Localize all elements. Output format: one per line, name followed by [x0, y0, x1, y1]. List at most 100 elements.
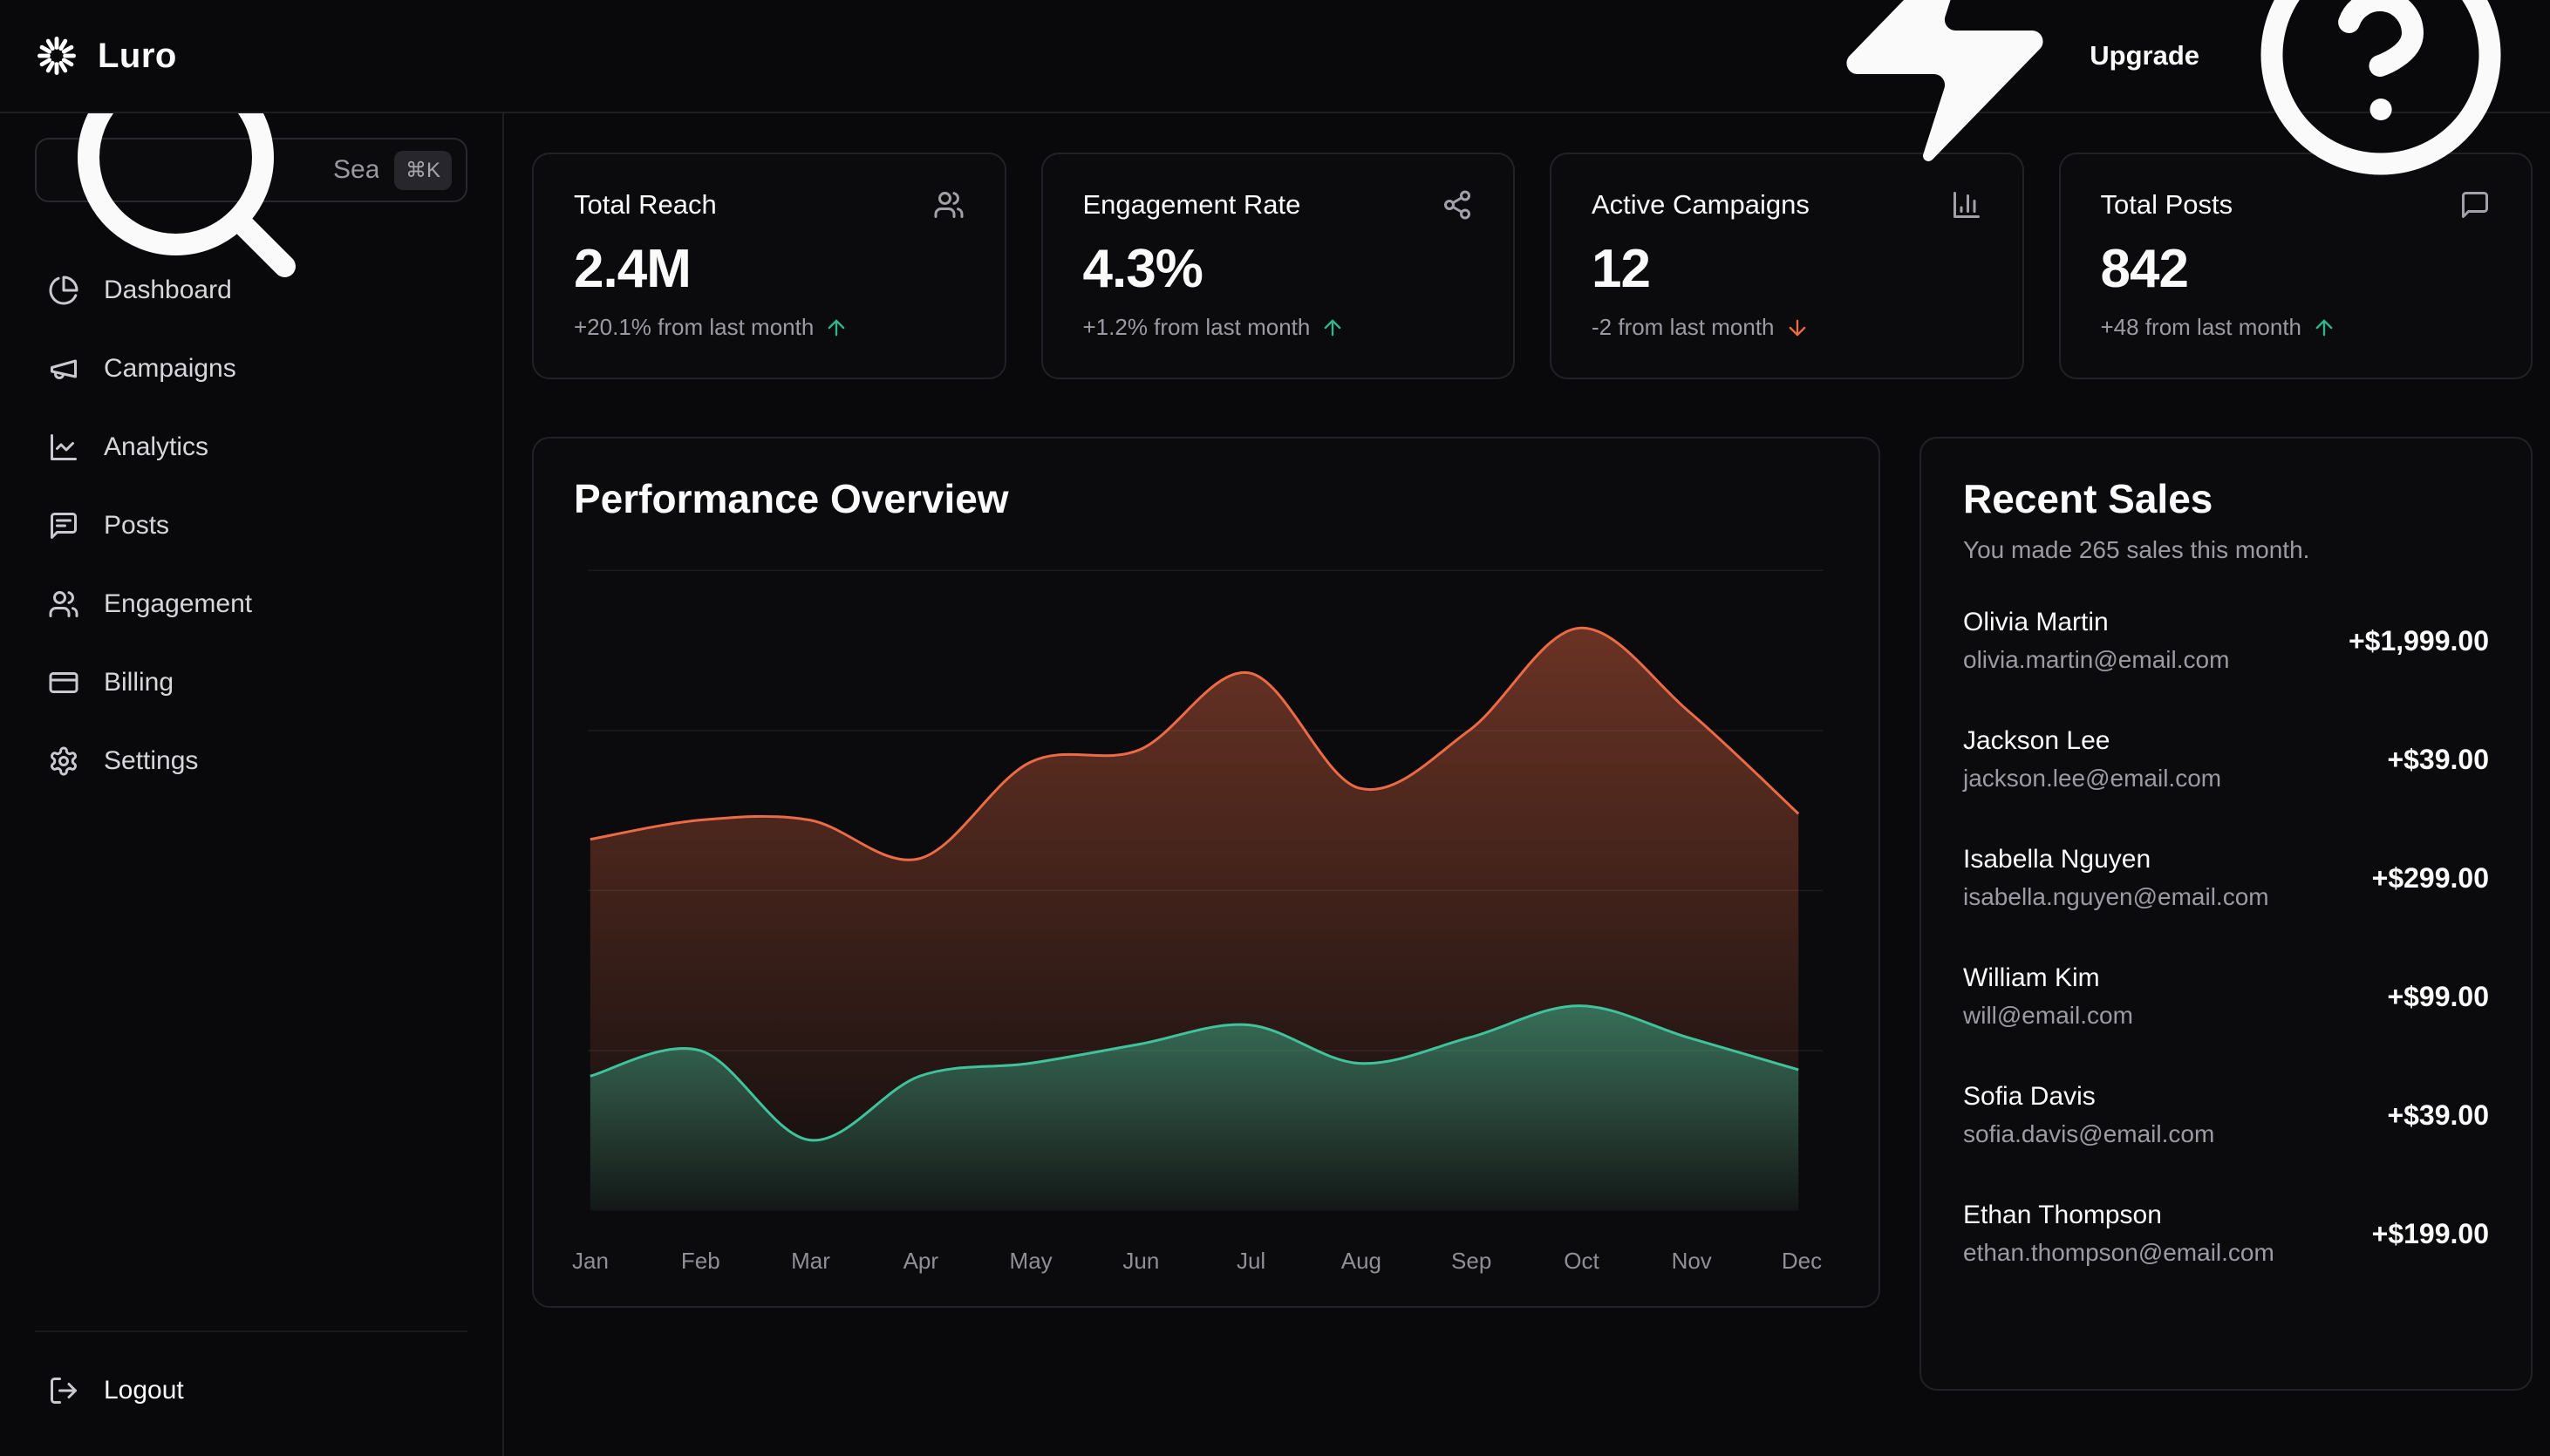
stat-value: 842: [2101, 238, 2492, 300]
stat-change: -2 from last month: [1592, 314, 1982, 341]
message-square-text-icon: [48, 510, 79, 541]
recent-sales-subtitle: You made 265 sales this month.: [1963, 536, 2489, 564]
bar-chart-icon: [1951, 189, 1982, 221]
sale-amount: +$199.00: [2372, 1218, 2489, 1250]
stat-value: 12: [1592, 238, 1982, 300]
message-square-icon: [2459, 189, 2491, 221]
x-tick-feb: Feb: [681, 1248, 720, 1275]
stat-label: Engagement Rate: [1083, 189, 1301, 221]
main-content: Total Reach 2.4M +20.1% from last month …: [504, 113, 2550, 1456]
sidebar-item-label: Analytics: [104, 432, 208, 462]
recent-sales-card: Recent Sales You made 265 sales this mon…: [1919, 437, 2533, 1391]
search-box[interactable]: ⌘K: [35, 138, 467, 202]
sidebar-item-dashboard[interactable]: Dashboard: [35, 251, 467, 330]
sale-amount: +$299.00: [2372, 862, 2489, 895]
upgrade-label: Upgrade: [2090, 40, 2199, 71]
sidebar-item-label: Billing: [104, 668, 174, 697]
x-tick-sep: Sep: [1451, 1248, 1491, 1275]
sidebar: ⌘K Dashboard Campaigns Analytics Posts E…: [0, 113, 504, 1456]
sale-row: William Kim will@email.com +$99.00: [1963, 963, 2489, 1030]
stat-change: +20.1% from last month: [574, 314, 965, 341]
recent-sales-title: Recent Sales: [1963, 475, 2489, 522]
sale-amount: +$39.00: [2387, 744, 2489, 776]
settings-icon: [48, 745, 79, 777]
arrow-up-icon: [824, 316, 849, 340]
luro-logo-icon: [35, 34, 78, 78]
sidebar-item-campaigns[interactable]: Campaigns: [35, 330, 467, 408]
megaphone-icon: [48, 353, 79, 384]
recent-sales-list: Olivia Martin olivia.martin@email.com +$…: [1963, 608, 2489, 1267]
x-tick-apr: Apr: [903, 1248, 938, 1275]
line-chart-icon: [48, 432, 79, 463]
sidebar-item-label: Posts: [104, 511, 169, 541]
sidebar-item-engagement[interactable]: Engagement: [35, 565, 467, 643]
performance-area-chart: [534, 439, 1878, 1306]
stat-change-text: -2 from last month: [1592, 314, 1775, 341]
sale-row: Sofia Davis sofia.davis@email.com +$39.0…: [1963, 1082, 2489, 1148]
stat-value: 2.4M: [574, 238, 965, 300]
arrow-down-icon: [1785, 316, 1810, 340]
share-2-icon: [1442, 189, 1473, 221]
pie-chart-icon: [48, 275, 79, 306]
zap-icon: [1814, 0, 2076, 183]
luro-dashboard: { "colors": { "background": "#09090b", "…: [0, 0, 2550, 1456]
logo-icon: [35, 34, 78, 78]
sidebar-item-posts[interactable]: Posts: [35, 486, 467, 565]
sidebar-item-label: Dashboard: [104, 276, 232, 305]
users-icon: [933, 189, 965, 221]
credit-card-icon: [48, 667, 79, 698]
x-tick-jun: Jun: [1122, 1248, 1159, 1275]
stat-change-text: +1.2% from last month: [1083, 314, 1311, 341]
x-tick-dec: Dec: [1782, 1248, 1822, 1275]
sale-customer-name: Isabella Nguyen: [1963, 845, 2269, 874]
stat-card-engagement-rate: Engagement Rate 4.3% +1.2% from last mon…: [1041, 153, 1516, 379]
sale-row: Olivia Martin olivia.martin@email.com +$…: [1963, 608, 2489, 674]
upgrade-button[interactable]: Upgrade: [1814, 0, 2199, 190]
users-icon: [48, 589, 79, 620]
sale-customer-name: William Kim: [1963, 963, 2133, 993]
settings-icon: [48, 745, 79, 777]
sidebar-item-billing[interactable]: Billing: [35, 643, 467, 722]
app-header: Luro Upgrade: [0, 0, 2550, 113]
megaphone-icon: [48, 353, 79, 384]
sidebar-item-label: Settings: [104, 746, 198, 776]
sidebar-item-settings[interactable]: Settings: [35, 722, 467, 800]
users-icon: [48, 589, 79, 620]
zap-icon: [1814, 0, 2076, 190]
help-circle-icon: [2250, 175, 2512, 188]
sale-row: Jackson Lee jackson.lee@email.com +$39.0…: [1963, 726, 2489, 793]
sale-customer-email: isabella.nguyen@email.com: [1963, 883, 2269, 911]
sale-amount: +$1,999.00: [2349, 625, 2489, 657]
sidebar-item-label: Campaigns: [104, 354, 236, 384]
logout-button[interactable]: Logout: [35, 1351, 184, 1430]
pie-chart-icon: [48, 275, 79, 306]
help-button[interactable]: [2250, 0, 2512, 188]
sale-customer-name: Ethan Thompson: [1963, 1201, 2274, 1230]
arrow-up-icon: [1320, 316, 1345, 340]
sale-customer-email: jackson.lee@email.com: [1963, 765, 2221, 793]
log-out-icon: [48, 1375, 79, 1406]
arrow-up-icon: [2312, 316, 2336, 340]
sidebar-item-label: Engagement: [104, 589, 252, 619]
logout-label: Logout: [104, 1376, 184, 1405]
search-shortcut-badge: ⌘K: [394, 151, 452, 190]
sidebar-nav: Dashboard Campaigns Analytics Posts Enga…: [35, 251, 467, 800]
performance-overview-card: Performance Overview JanFebMarAprMayJunJ…: [532, 437, 1880, 1308]
x-tick-oct: Oct: [1564, 1248, 1599, 1275]
stat-card-total-reach: Total Reach 2.4M +20.1% from last month: [532, 153, 1006, 379]
arrow-up-icon: [824, 316, 849, 340]
brand: Luro: [35, 34, 177, 78]
x-tick-jul: Jul: [1237, 1248, 1265, 1275]
x-tick-nov: Nov: [1672, 1248, 1712, 1275]
x-tick-mar: Mar: [791, 1248, 830, 1275]
help-circle-icon: [2250, 0, 2512, 186]
share-2-icon: [1442, 189, 1473, 221]
log-out-icon: [48, 1375, 79, 1406]
sidebar-item-analytics[interactable]: Analytics: [35, 408, 467, 486]
sale-customer-email: olivia.martin@email.com: [1963, 646, 2229, 674]
sale-customer-email: will@email.com: [1963, 1002, 2133, 1030]
credit-card-icon: [48, 667, 79, 698]
search-input[interactable]: [333, 155, 378, 185]
message-square-icon: [2459, 189, 2491, 221]
sale-customer-name: Jackson Lee: [1963, 726, 2221, 756]
